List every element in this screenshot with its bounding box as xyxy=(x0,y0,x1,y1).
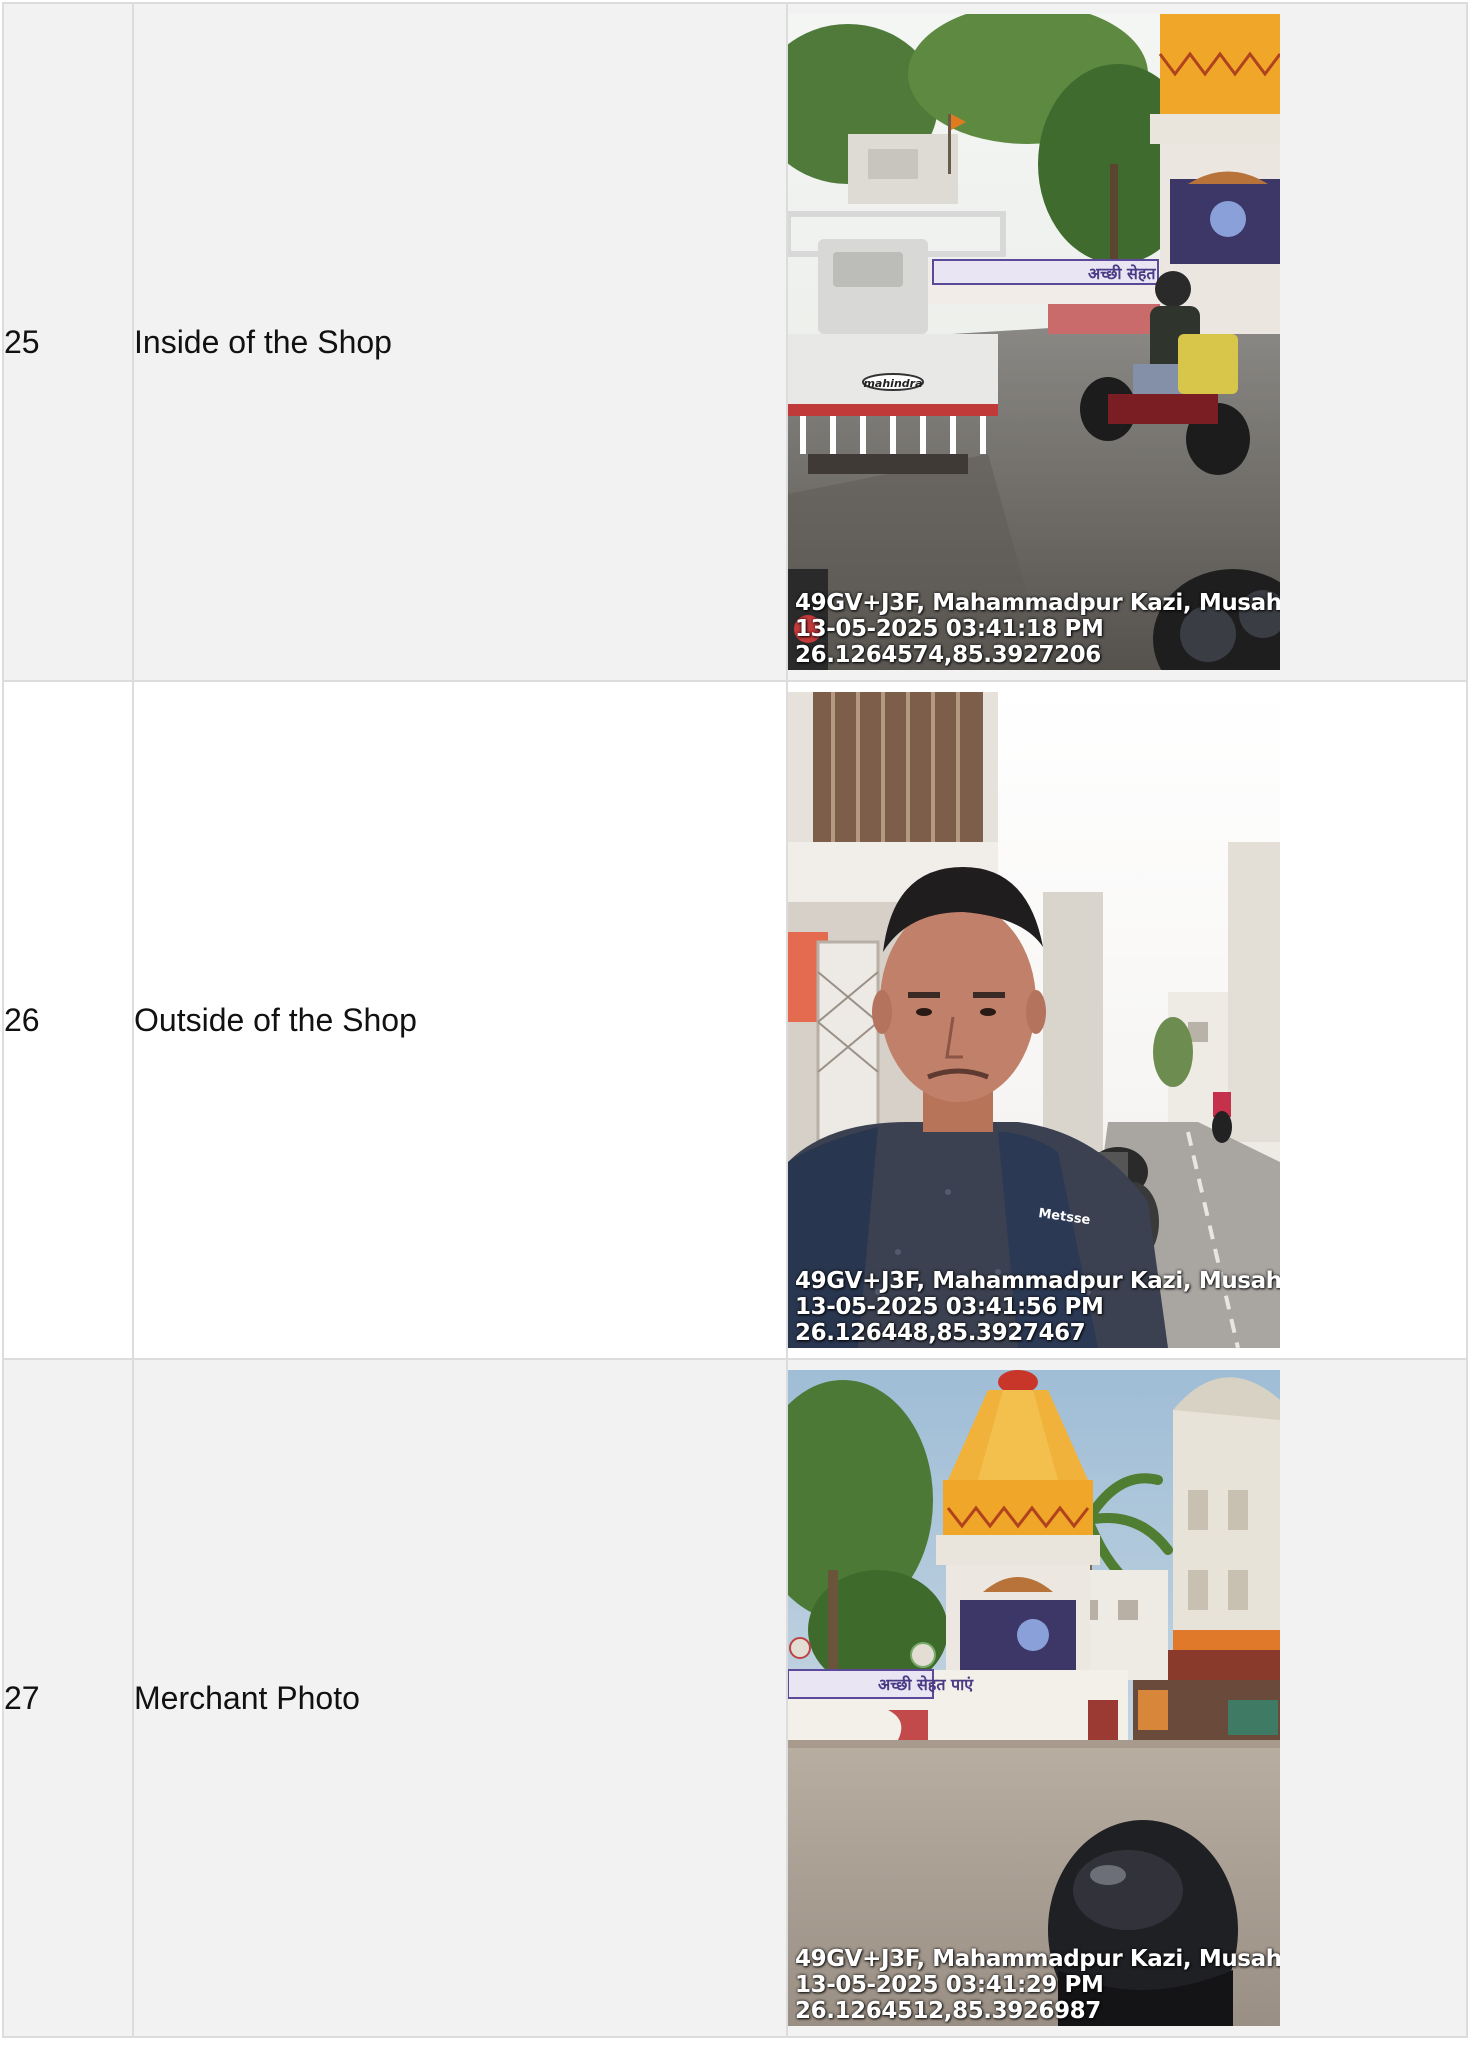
table-row: 26 Outside of the Shop Metsse 49GV+J3F, … xyxy=(2,680,1468,1360)
selfie-photo: Metsse 49GV+J3F, Mahammadpur Kazi, Musah… xyxy=(788,692,1280,1348)
table-row: 25 Inside of the Shop अच्छी सेहत पाएं ma… xyxy=(2,2,1468,682)
stamp-datetime: 13-05-2025 03:41:29 PM xyxy=(795,1972,1104,1998)
stamp-coords: 26.126448,85.3927467 xyxy=(795,1320,1086,1346)
stamp-datetime: 13-05-2025 03:41:18 PM xyxy=(795,616,1104,642)
row-label: Merchant Photo xyxy=(132,1358,788,2038)
row-label: Outside of the Shop xyxy=(132,680,788,1360)
truck-brand: mahindra xyxy=(863,377,922,390)
stamp-address: 49GV+J3F, Mahammadpur Kazi, Musahri, Mu xyxy=(795,590,1280,616)
geo-stamp: 49GV+J3F, Mahammadpur Kazi, Musahri, Mu … xyxy=(795,1946,1280,2024)
geo-stamp: 49GV+J3F, Mahammadpur Kazi, Musahri, Mu … xyxy=(795,1268,1280,1346)
photo-cell: अच्छी सेहत पाएं xyxy=(786,1358,1468,2038)
street-scene-image: अच्छी सेहत पाएं mahindra xyxy=(788,14,1280,670)
row-number: 26 xyxy=(2,680,134,1360)
geo-stamp: 49GV+J3F, Mahammadpur Kazi, Musahri, Mu … xyxy=(795,590,1280,668)
stamp-datetime: 13-05-2025 03:41:56 PM xyxy=(795,1294,1104,1320)
table-row: 27 Merchant Photo अच्छी सेहत पाएं 49GV+J… xyxy=(2,1358,1468,2038)
survey-photo-table: 25 Inside of the Shop अच्छी सेहत पाएं ma… xyxy=(2,2,1468,2038)
stamp-address: 49GV+J3F, Mahammadpur Kazi, Musahri, Mu xyxy=(795,1268,1280,1294)
stamp-coords: 26.1264512,85.3926987 xyxy=(795,1998,1101,2024)
stamp-coords: 26.1264574,85.3927206 xyxy=(795,642,1101,668)
merchant-photo: अच्छी सेहत पाएं 49GV+J3F, Mahammadpur Ka… xyxy=(788,1370,1280,2026)
row-number: 27 xyxy=(2,1358,134,2038)
temple-street-image: अच्छी सेहत पाएं xyxy=(788,1370,1280,2026)
photo-cell: Metsse 49GV+J3F, Mahammadpur Kazi, Musah… xyxy=(786,680,1468,1360)
photo-cell: अच्छी सेहत पाएं xyxy=(786,2,1468,682)
stamp-address: 49GV+J3F, Mahammadpur Kazi, Musahri, Mu xyxy=(795,1946,1280,1972)
selfie-street-image: Metsse xyxy=(788,692,1280,1348)
row-label: Inside of the Shop xyxy=(132,2,788,682)
row-number: 25 xyxy=(2,2,134,682)
sign-text: अच्छी सेहत पाएं xyxy=(878,1675,974,1694)
street-photo: अच्छी सेहत पाएं mahindra 49GV+J3F, Maham… xyxy=(788,14,1280,670)
